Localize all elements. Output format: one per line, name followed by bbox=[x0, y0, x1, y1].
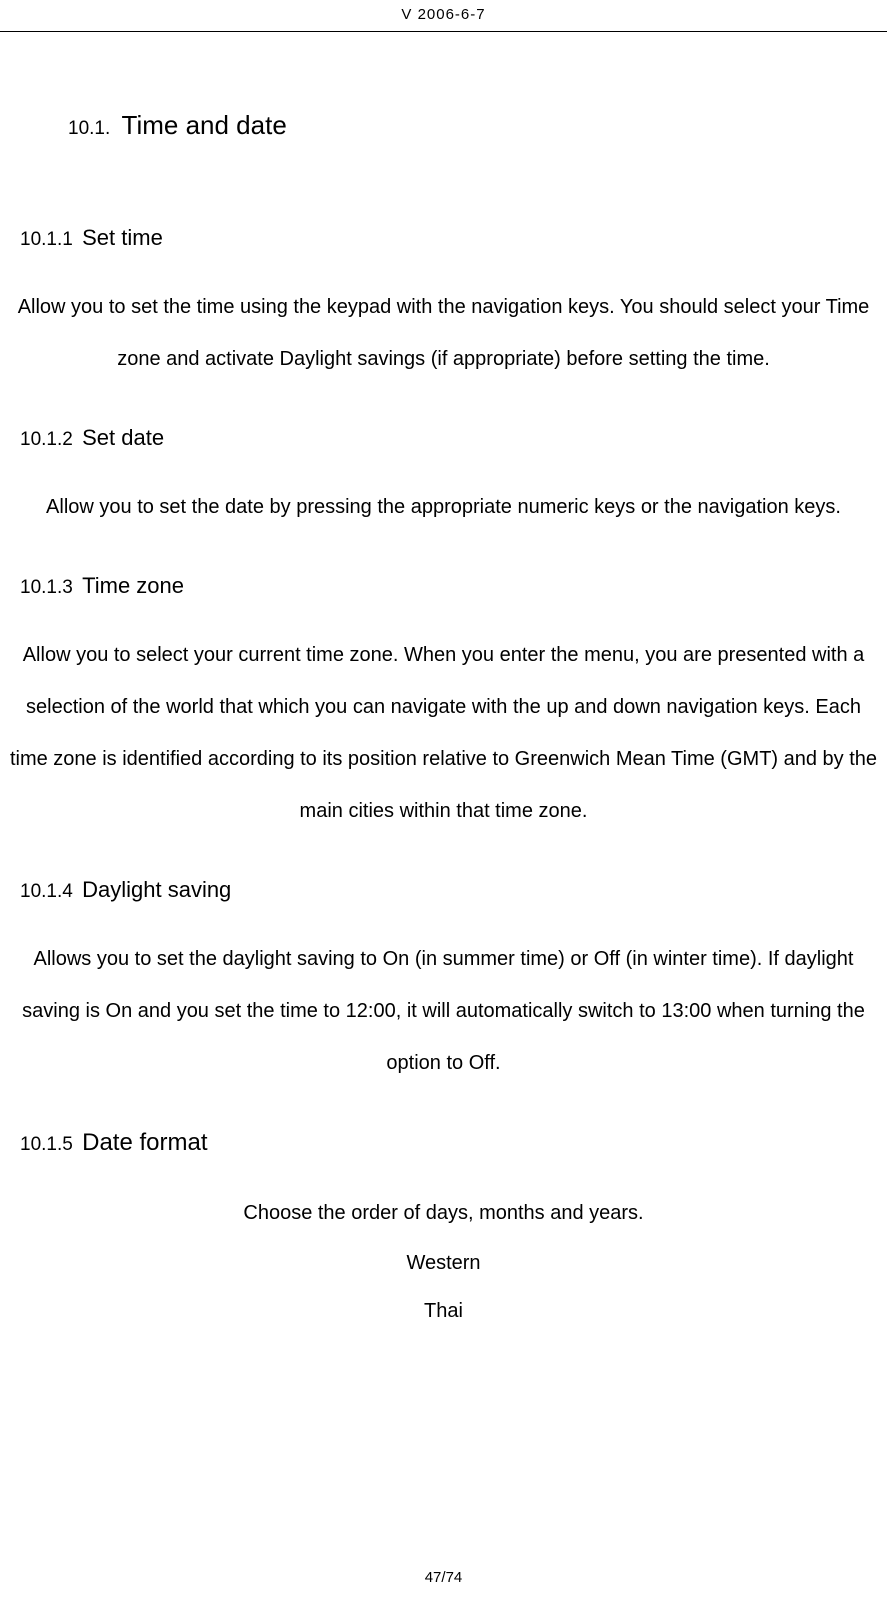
subsection-number: 10.1.5 bbox=[20, 1134, 73, 1155]
section-title-text: Time and date bbox=[122, 110, 287, 140]
subsection-body-set-date: Allow you to set the date by pressing th… bbox=[8, 481, 879, 533]
subsection-number: 10.1.1 bbox=[20, 229, 73, 250]
page-header: V 2006-6-7 bbox=[0, 0, 887, 32]
subsection-heading-time-zone: 10.1.3 Time zone bbox=[20, 573, 879, 599]
subsection-heading-set-time: 10.1.1 Set time bbox=[20, 225, 879, 251]
date-format-option-western: Western bbox=[8, 1239, 879, 1287]
subsection-title: Set date bbox=[82, 425, 164, 450]
document-page: V 2006-6-7 10.1. Time and date 10.1.1 Se… bbox=[0, 0, 887, 1600]
subsection-title: Daylight saving bbox=[82, 877, 231, 902]
subsection-body-daylight-saving: Allows you to set the daylight saving to… bbox=[8, 933, 879, 1089]
subsection-title: Set time bbox=[82, 225, 163, 250]
subsection-heading-set-date: 10.1.2 Set date bbox=[20, 425, 879, 451]
page-content: 10.1. Time and date 10.1.1 Set time Allo… bbox=[0, 110, 887, 1335]
page-number: 47/74 bbox=[425, 1569, 463, 1586]
section-heading: 10.1. Time and date bbox=[68, 110, 879, 141]
subsection-number: 10.1.2 bbox=[20, 429, 73, 450]
subsection-title: Time zone bbox=[82, 573, 184, 598]
subsection-number: 10.1.4 bbox=[20, 881, 73, 902]
section-number: 10.1. bbox=[68, 118, 110, 139]
date-format-option-thai: Thai bbox=[8, 1287, 879, 1335]
subsection-body-time-zone: Allow you to select your current time zo… bbox=[8, 629, 879, 837]
subsection-number: 10.1.3 bbox=[20, 577, 73, 598]
subsection-body-date-format: Choose the order of days, months and yea… bbox=[8, 1187, 879, 1239]
page-footer: 47/74 bbox=[0, 1569, 887, 1586]
subsection-title: Date format bbox=[82, 1129, 207, 1156]
subsection-heading-date-format: 10.1.5 Date format bbox=[20, 1129, 879, 1157]
subsection-heading-daylight-saving: 10.1.4 Daylight saving bbox=[20, 877, 879, 903]
version-date: V 2006-6-7 bbox=[401, 6, 485, 23]
subsection-body-set-time: Allow you to set the time using the keyp… bbox=[8, 281, 879, 385]
